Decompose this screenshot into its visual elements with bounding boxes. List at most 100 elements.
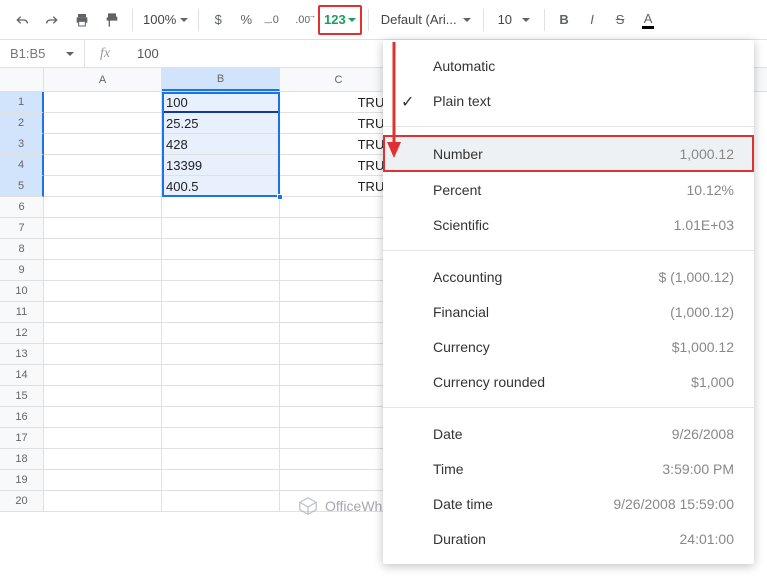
cell[interactable] xyxy=(280,323,398,344)
italic-button[interactable]: I xyxy=(579,6,605,34)
currency-button[interactable]: $ xyxy=(205,6,231,34)
cell[interactable] xyxy=(44,344,162,365)
menu-item-financial[interactable]: Financial (1,000.12) xyxy=(383,294,754,329)
cell[interactable] xyxy=(162,470,280,491)
menu-item-date[interactable]: Date 9/26/2008 xyxy=(383,416,754,451)
percent-button[interactable]: % xyxy=(233,6,259,34)
menu-item-currency-rounded[interactable]: Currency rounded $1,000 xyxy=(383,364,754,399)
zoom-select[interactable]: 100% xyxy=(139,12,192,27)
cell[interactable] xyxy=(280,386,398,407)
selection-handle[interactable] xyxy=(277,194,283,200)
menu-item-duration[interactable]: Duration 24:01:00 xyxy=(383,521,754,556)
cell[interactable] xyxy=(162,365,280,386)
decrease-decimal-button[interactable]: .0_ xyxy=(261,6,287,34)
row-header[interactable]: 12 xyxy=(0,323,44,344)
menu-item-percent[interactable]: Percent 10.12% xyxy=(383,172,754,207)
cell[interactable] xyxy=(280,428,398,449)
cell[interactable]: 13399 xyxy=(162,155,280,176)
menu-item-plaintext[interactable]: ✓ Plain text xyxy=(383,83,754,118)
cell[interactable] xyxy=(162,281,280,302)
cell[interactable]: TRUE xyxy=(280,155,398,176)
menu-item-accounting[interactable]: Accounting $ (1,000.12) xyxy=(383,259,754,294)
cell[interactable] xyxy=(162,239,280,260)
cell[interactable] xyxy=(162,407,280,428)
row-header[interactable]: 9 xyxy=(0,260,44,281)
col-header-a[interactable]: A xyxy=(44,68,162,91)
cell[interactable] xyxy=(280,239,398,260)
select-all-corner[interactable] xyxy=(0,68,44,91)
cell[interactable] xyxy=(162,428,280,449)
cell[interactable] xyxy=(44,470,162,491)
cell[interactable] xyxy=(280,470,398,491)
row-header[interactable]: 4 xyxy=(0,155,44,176)
cell[interactable]: TRUE xyxy=(280,134,398,155)
row-header[interactable]: 8 xyxy=(0,239,44,260)
cell[interactable] xyxy=(162,491,280,512)
row-header[interactable]: 19 xyxy=(0,470,44,491)
menu-item-currency[interactable]: Currency $1,000.12 xyxy=(383,329,754,364)
menu-item-scientific[interactable]: Scientific 1.01E+03 xyxy=(383,207,754,242)
row-header[interactable]: 5 xyxy=(0,176,44,197)
print-button[interactable] xyxy=(68,6,96,34)
row-header[interactable]: 1 xyxy=(0,92,44,113)
cell[interactable] xyxy=(162,386,280,407)
undo-button[interactable] xyxy=(8,6,36,34)
row-header[interactable]: 17 xyxy=(0,428,44,449)
row-header[interactable]: 11 xyxy=(0,302,44,323)
cell[interactable] xyxy=(280,302,398,323)
formula-input[interactable]: 100 xyxy=(125,46,159,61)
font-size-select[interactable]: 10 xyxy=(490,12,538,27)
row-header[interactable]: 3 xyxy=(0,134,44,155)
cell[interactable] xyxy=(44,281,162,302)
cell[interactable] xyxy=(280,218,398,239)
menu-item-number[interactable]: Number 1,000.12 xyxy=(383,135,754,172)
cell[interactable] xyxy=(280,260,398,281)
redo-button[interactable] xyxy=(38,6,66,34)
cell[interactable] xyxy=(44,365,162,386)
menu-item-automatic[interactable]: Automatic xyxy=(383,48,754,83)
cell[interactable] xyxy=(44,449,162,470)
name-box[interactable]: B1:B5 xyxy=(0,40,85,67)
row-header[interactable]: 13 xyxy=(0,344,44,365)
text-color-button[interactable]: A xyxy=(635,6,661,34)
cell[interactable] xyxy=(44,218,162,239)
cell[interactable] xyxy=(44,197,162,218)
more-formats-button[interactable]: 123 xyxy=(318,5,362,35)
paint-format-button[interactable] xyxy=(98,6,126,34)
cell[interactable]: 400.5 xyxy=(162,176,280,197)
row-header[interactable]: 20 xyxy=(0,491,44,512)
cell[interactable] xyxy=(44,92,162,113)
cell[interactable] xyxy=(44,407,162,428)
cell[interactable] xyxy=(280,407,398,428)
cell[interactable] xyxy=(162,344,280,365)
cell[interactable] xyxy=(280,281,398,302)
row-header[interactable]: 16 xyxy=(0,407,44,428)
cell[interactable] xyxy=(280,449,398,470)
cell[interactable] xyxy=(44,176,162,197)
cell[interactable] xyxy=(162,302,280,323)
col-header-c[interactable]: C xyxy=(280,68,398,91)
cell[interactable] xyxy=(280,197,398,218)
cell[interactable] xyxy=(44,302,162,323)
row-header[interactable]: 15 xyxy=(0,386,44,407)
cell[interactable] xyxy=(44,260,162,281)
increase-decimal-button[interactable]: .00→ xyxy=(289,6,316,34)
cell[interactable] xyxy=(44,491,162,512)
cell[interactable] xyxy=(280,491,398,512)
row-header[interactable]: 6 xyxy=(0,197,44,218)
row-header[interactable]: 10 xyxy=(0,281,44,302)
cell[interactable] xyxy=(44,386,162,407)
cell[interactable] xyxy=(44,155,162,176)
cell[interactable] xyxy=(162,218,280,239)
cell[interactable]: 428 xyxy=(162,134,280,155)
cell[interactable]: TRUE xyxy=(280,92,398,113)
cell[interactable] xyxy=(162,197,280,218)
cell[interactable] xyxy=(44,428,162,449)
cell[interactable] xyxy=(280,344,398,365)
col-header-b[interactable]: B xyxy=(162,68,280,91)
cell[interactable] xyxy=(162,449,280,470)
menu-item-datetime[interactable]: Date time 9/26/2008 15:59:00 xyxy=(383,486,754,521)
row-header[interactable]: 18 xyxy=(0,449,44,470)
cell[interactable]: 25.25 xyxy=(162,113,280,134)
cell[interactable] xyxy=(44,134,162,155)
